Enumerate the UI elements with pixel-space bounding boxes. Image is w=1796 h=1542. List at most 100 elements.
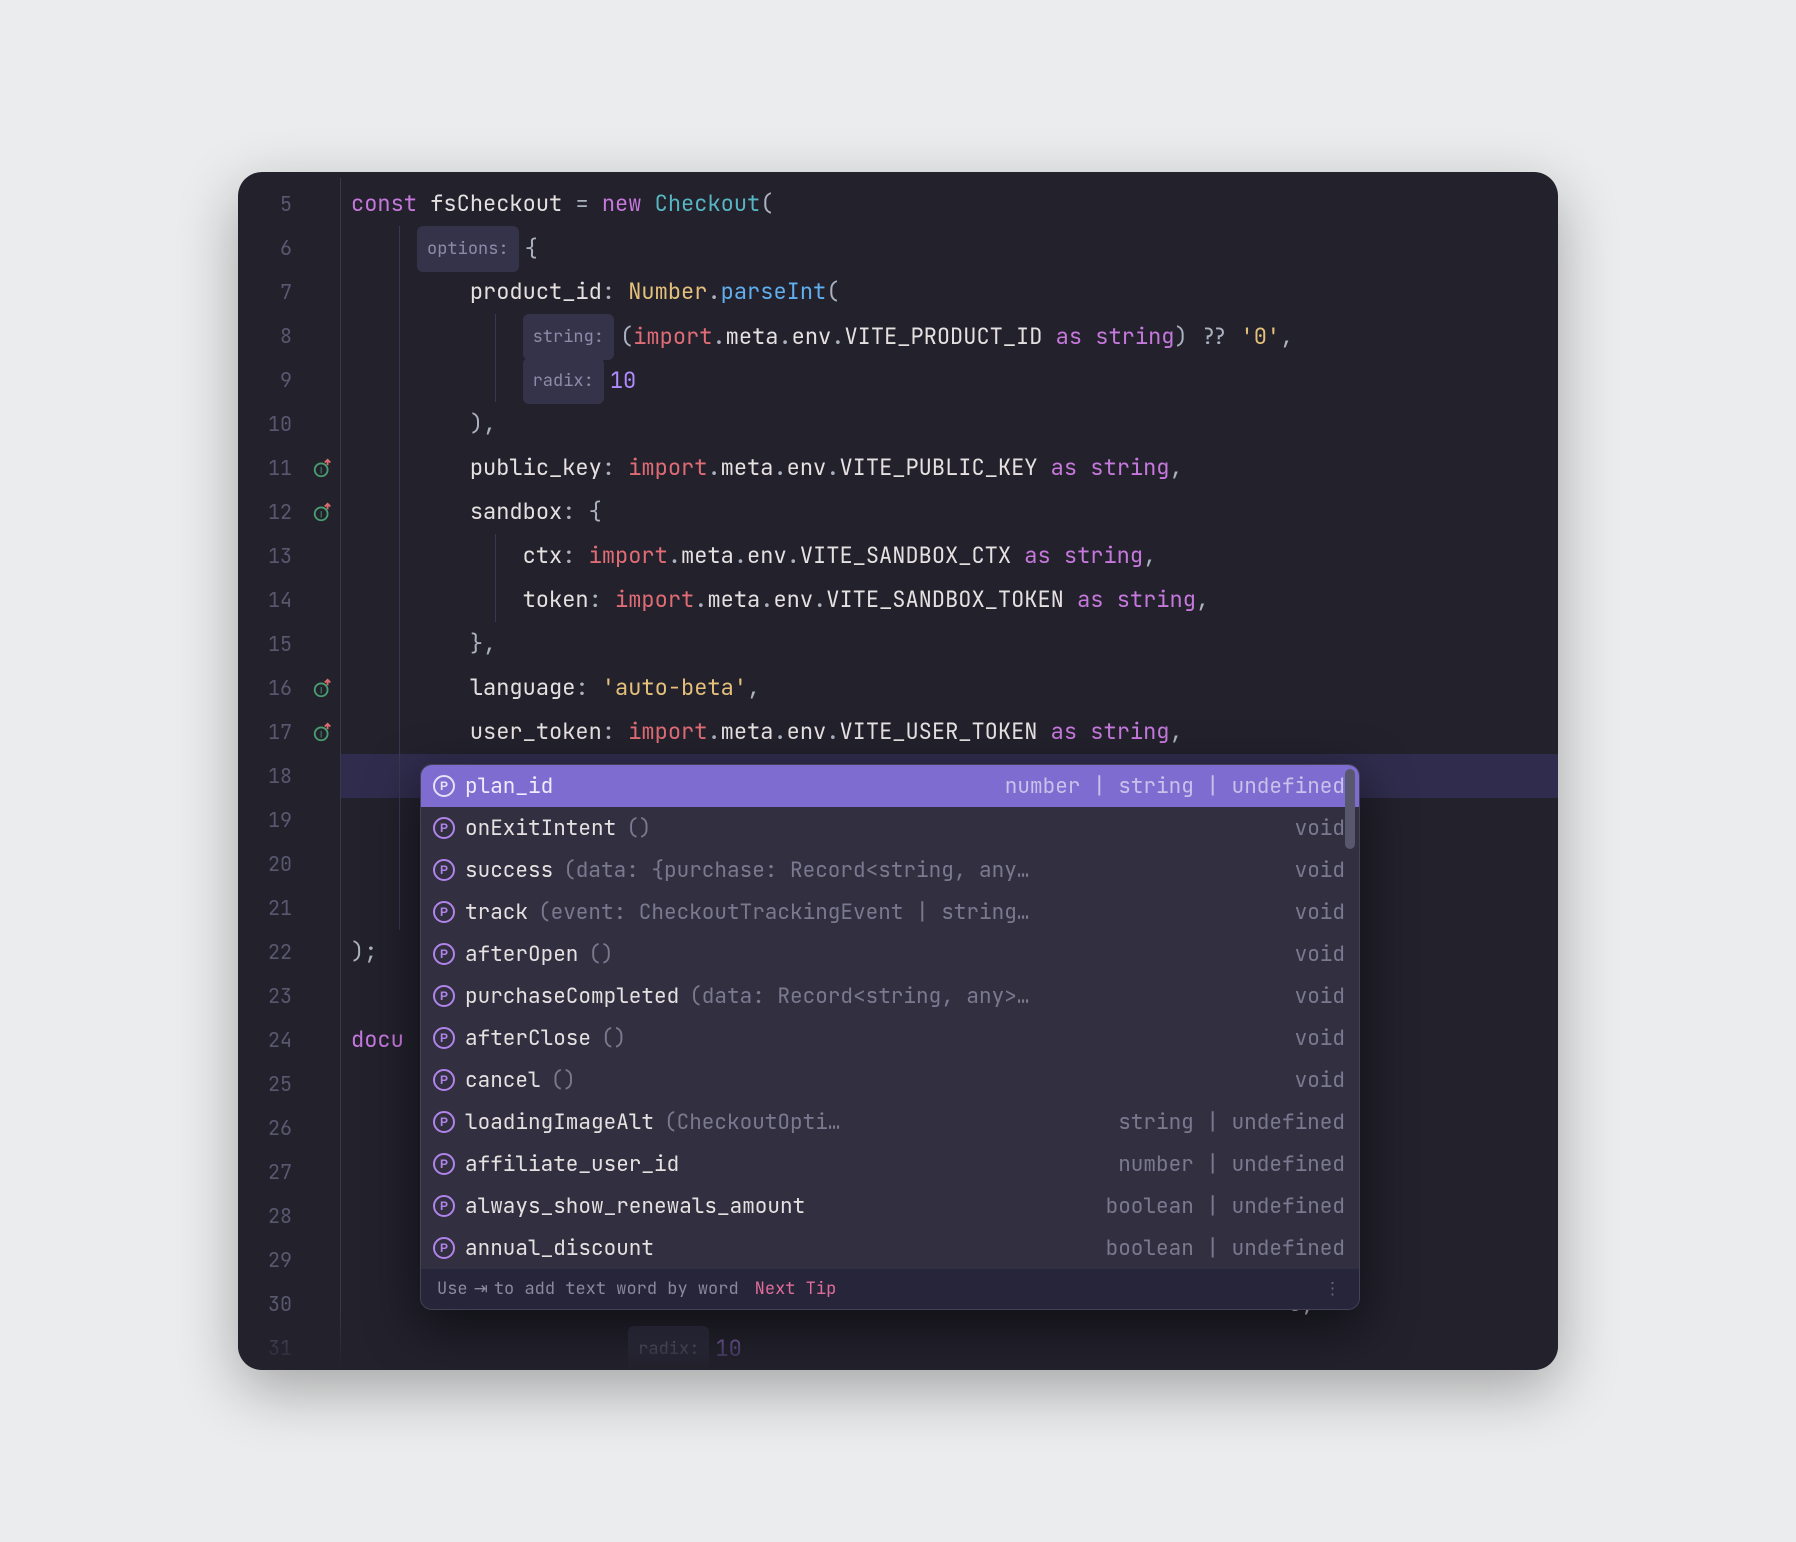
line-number[interactable]: 5 bbox=[238, 182, 306, 226]
code-line[interactable]: language: 'auto-beta', bbox=[341, 666, 1558, 710]
annotation-cell bbox=[306, 754, 340, 798]
property-icon: P bbox=[433, 775, 455, 797]
property: product_id bbox=[470, 277, 602, 306]
code-line[interactable]: sandbox: { bbox=[341, 490, 1558, 534]
line-number[interactable]: 15 bbox=[238, 622, 306, 666]
line-number[interactable]: 21 bbox=[238, 886, 306, 930]
completion-item[interactable]: Palways_show_renewals_amountboolean | un… bbox=[421, 1185, 1359, 1227]
next-tip-link[interactable]: Next Tip bbox=[755, 1278, 837, 1300]
completion-name: afterClose bbox=[465, 1025, 591, 1052]
line-number[interactable]: 24 bbox=[238, 1018, 306, 1062]
completion-item[interactable]: PloadingImageAlt (CheckoutOpti…string | … bbox=[421, 1101, 1359, 1143]
property-icon: P bbox=[433, 1069, 455, 1091]
more-icon[interactable]: ⋮ bbox=[1324, 1278, 1343, 1300]
property-icon: P bbox=[433, 985, 455, 1007]
line-number[interactable]: 12 bbox=[238, 490, 306, 534]
completion-item[interactable]: Pcancel()void bbox=[421, 1059, 1359, 1101]
gutter: 5678910111213141516171819202122232425262… bbox=[238, 178, 306, 1370]
completion-name: annual_discount bbox=[465, 1235, 654, 1262]
usage-hint-icon[interactable]: I bbox=[306, 490, 340, 534]
line-number[interactable]: 16 bbox=[238, 666, 306, 710]
code-line[interactable]: ctx: import.meta.env.VITE_SANDBOX_CTX as… bbox=[341, 534, 1558, 578]
annotation-cell bbox=[306, 930, 340, 974]
annotation-cell bbox=[306, 1150, 340, 1194]
identifier: fsCheckout bbox=[430, 189, 562, 218]
code-line[interactable]: ), bbox=[341, 402, 1558, 446]
line-number[interactable]: 30 bbox=[238, 1282, 306, 1326]
completion-item[interactable]: PafterOpen()void bbox=[421, 933, 1359, 975]
usage-hint-icon[interactable]: I bbox=[306, 446, 340, 490]
code-line[interactable]: user_token: import.meta.env.VITE_USER_TO… bbox=[341, 710, 1558, 754]
line-number[interactable]: 14 bbox=[238, 578, 306, 622]
line-number[interactable]: 19 bbox=[238, 798, 306, 842]
completion-type: void bbox=[1295, 1067, 1345, 1094]
annotation-cell bbox=[306, 1282, 340, 1326]
line-number[interactable]: 17 bbox=[238, 710, 306, 754]
completion-name: success bbox=[465, 857, 553, 884]
line-number[interactable]: 10 bbox=[238, 402, 306, 446]
svg-text:I: I bbox=[320, 510, 323, 520]
code-line[interactable]: token: import.meta.env.VITE_SANDBOX_TOKE… bbox=[341, 578, 1558, 622]
line-number[interactable]: 29 bbox=[238, 1238, 306, 1282]
line-number[interactable]: 23 bbox=[238, 974, 306, 1018]
annotation-cell bbox=[306, 622, 340, 666]
completion-popup[interactable]: Pplan_id number | string | undefined PonEx… bbox=[420, 764, 1360, 1310]
line-number[interactable]: 11 bbox=[238, 446, 306, 490]
code-line[interactable]: public_key: import.meta.env.VITE_PUBLIC_… bbox=[341, 446, 1558, 490]
completion-item[interactable]: Pplan_id number | string | undefined bbox=[421, 765, 1359, 807]
keyword: new bbox=[602, 189, 642, 218]
completion-name: purchaseCompleted bbox=[465, 983, 679, 1010]
code-editor: 5678910111213141516171819202122232425262… bbox=[238, 172, 1558, 1370]
property-icon: P bbox=[433, 1237, 455, 1259]
tab-key-icon: ⇥ bbox=[474, 1279, 488, 1299]
property-icon: P bbox=[433, 1111, 455, 1133]
code-line[interactable]: const fsCheckout = new Checkout( bbox=[341, 182, 1558, 226]
annotation-cell bbox=[306, 1106, 340, 1150]
line-number[interactable]: 6 bbox=[238, 226, 306, 270]
completion-type: number | undefined bbox=[1118, 1151, 1345, 1178]
code-line[interactable]: string:(import.meta.env.VITE_PRODUCT_ID … bbox=[341, 314, 1558, 358]
usage-hint-icon[interactable]: I bbox=[306, 710, 340, 754]
completion-item[interactable]: PpurchaseCompleted (data: Record<string, … bbox=[421, 975, 1359, 1017]
inlay-hint: radix: bbox=[523, 358, 604, 404]
completion-item[interactable]: PonExitIntent()void bbox=[421, 807, 1359, 849]
code-line[interactable]: options:{ bbox=[341, 226, 1558, 270]
method-name: parseInt bbox=[721, 277, 827, 306]
line-number[interactable]: 26 bbox=[238, 1106, 306, 1150]
line-number[interactable]: 31 bbox=[238, 1326, 306, 1370]
line-number[interactable]: 22 bbox=[238, 930, 306, 974]
code-line[interactable]: radix:10 bbox=[341, 1326, 1558, 1370]
line-number[interactable]: 7 bbox=[238, 270, 306, 314]
completion-signature: () bbox=[626, 815, 651, 842]
completion-item[interactable]: Paffiliate_user_idnumber | undefined bbox=[421, 1143, 1359, 1185]
completion-item[interactable]: Psuccess(data: {purchase: Record<string,… bbox=[421, 849, 1359, 891]
line-number[interactable]: 9 bbox=[238, 358, 306, 402]
completion-type: void bbox=[1295, 857, 1345, 884]
completion-list[interactable]: Pplan_id number | string | undefined PonEx… bbox=[421, 765, 1359, 1269]
usage-hint-icon[interactable]: I bbox=[306, 666, 340, 710]
completion-item[interactable]: Pannual_discountboolean | undefined bbox=[421, 1227, 1359, 1269]
annotation-cell bbox=[306, 182, 340, 226]
scrollbar-thumb[interactable] bbox=[1345, 769, 1355, 849]
completion-signature: () bbox=[601, 1025, 626, 1052]
line-number[interactable]: 25 bbox=[238, 1062, 306, 1106]
completion-signature: (data: Record<string, any>… bbox=[689, 983, 1029, 1010]
code-line[interactable]: }, bbox=[341, 622, 1558, 666]
completion-item[interactable]: PafterClose()void bbox=[421, 1017, 1359, 1059]
line-number[interactable]: 27 bbox=[238, 1150, 306, 1194]
code-line[interactable]: product_id: Number.parseInt( bbox=[341, 270, 1558, 314]
annotation-cell bbox=[306, 314, 340, 358]
svg-text:I: I bbox=[320, 730, 323, 740]
footer-hint-pre: Use bbox=[437, 1278, 468, 1300]
line-number[interactable]: 8 bbox=[238, 314, 306, 358]
code-line[interactable]: radix:10 bbox=[341, 358, 1558, 402]
line-number[interactable]: 13 bbox=[238, 534, 306, 578]
completion-item[interactable]: Ptrack(event: CheckoutTrackingEvent | st… bbox=[421, 891, 1359, 933]
completion-type: number | string | undefined bbox=[1005, 773, 1345, 800]
line-number[interactable]: 20 bbox=[238, 842, 306, 886]
inlay-hint: string: bbox=[523, 314, 614, 360]
annotation-cell bbox=[306, 534, 340, 578]
line-number[interactable]: 28 bbox=[238, 1194, 306, 1238]
completion-name: plan_id bbox=[465, 773, 553, 800]
line-number[interactable]: 18 bbox=[238, 754, 306, 798]
